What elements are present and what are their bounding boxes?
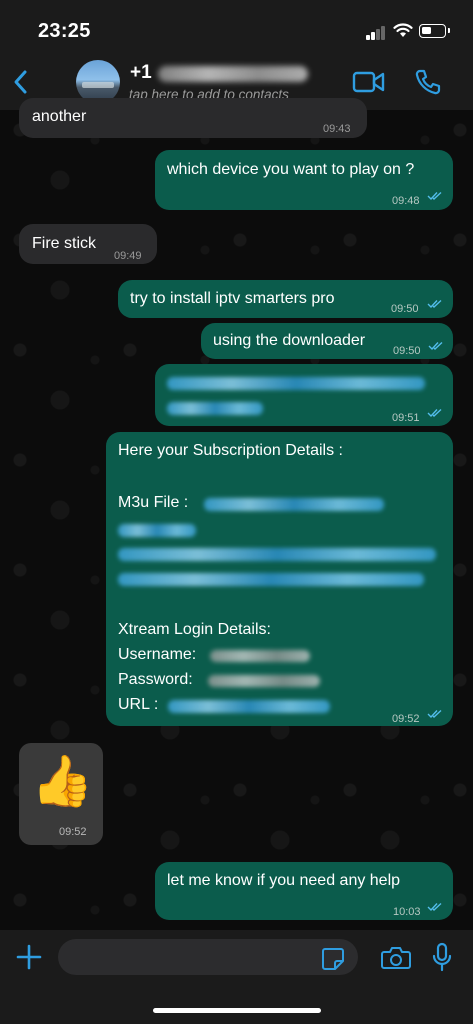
redacted-m3u-link[interactable] bbox=[118, 524, 196, 537]
message-time: 09:51 bbox=[392, 412, 420, 424]
subscription-heading: Here your Subscription Details : bbox=[118, 442, 343, 459]
message-outgoing[interactable]: which device you want to play on ? 09:48 bbox=[155, 150, 453, 210]
redacted-phone-number bbox=[158, 66, 308, 82]
read-receipt-icon bbox=[427, 299, 442, 309]
status-bar: 23:25 bbox=[0, 0, 473, 56]
message-text: Fire stick bbox=[32, 235, 96, 252]
message-text: another bbox=[32, 108, 87, 125]
m3u-label: M3u File : bbox=[118, 494, 189, 511]
plus-icon[interactable] bbox=[16, 944, 42, 970]
read-receipt-icon bbox=[427, 191, 442, 201]
message-outgoing[interactable]: let me know if you need any help 10:03 bbox=[155, 862, 453, 920]
home-indicator bbox=[153, 1008, 321, 1013]
battery-icon bbox=[419, 24, 450, 38]
message-outgoing-subscription[interactable]: Here your Subscription Details : M3u Fil… bbox=[106, 432, 453, 726]
read-receipt-icon bbox=[427, 408, 442, 418]
message-time: 09:50 bbox=[393, 345, 421, 357]
redacted-m3u-link[interactable] bbox=[118, 548, 436, 561]
sticker-icon[interactable] bbox=[321, 947, 345, 971]
chevron-left-icon[interactable] bbox=[8, 62, 36, 102]
status-time: 23:25 bbox=[38, 20, 91, 42]
redacted-username bbox=[210, 650, 310, 662]
redacted-url[interactable] bbox=[168, 700, 330, 713]
message-input[interactable] bbox=[58, 939, 358, 975]
message-outgoing[interactable]: using the downloader 09:50 bbox=[201, 323, 453, 359]
xtream-heading: Xtream Login Details: bbox=[118, 621, 271, 638]
read-receipt-icon bbox=[427, 709, 442, 719]
message-input-bar bbox=[0, 930, 473, 1024]
message-time: 10:03 bbox=[393, 906, 421, 918]
message-text: let me know if you need any help bbox=[167, 872, 401, 889]
message-time: 09:43 bbox=[323, 123, 351, 135]
message-time: 09:49 bbox=[114, 250, 142, 262]
message-outgoing[interactable]: try to install iptv smarters pro 09:50 bbox=[118, 280, 453, 318]
read-receipt-icon bbox=[427, 902, 442, 912]
message-incoming[interactable]: Fire stick 09:49 bbox=[19, 224, 157, 264]
message-outgoing[interactable]: 09:51 bbox=[155, 364, 453, 426]
redacted-m3u-link[interactable] bbox=[204, 498, 384, 511]
thumbs-up-sticker: 👍 bbox=[31, 753, 94, 809]
cellular-signal-icon bbox=[366, 26, 386, 40]
contact-name[interactable]: +1 bbox=[130, 62, 152, 84]
message-text: using the downloader bbox=[213, 332, 366, 349]
message-incoming[interactable]: another 09:43 bbox=[19, 98, 367, 138]
redacted-link[interactable] bbox=[167, 377, 425, 390]
camera-icon[interactable] bbox=[381, 946, 411, 970]
redacted-password bbox=[208, 675, 320, 687]
read-receipt-icon bbox=[428, 341, 443, 351]
wifi-icon bbox=[393, 23, 413, 37]
message-time: 09:48 bbox=[392, 195, 420, 207]
username-label: Username: bbox=[118, 646, 197, 663]
video-call-icon[interactable] bbox=[352, 69, 386, 95]
message-time: 09:52 bbox=[59, 826, 87, 838]
message-text: which device you want to play on ? bbox=[167, 161, 415, 178]
message-incoming-sticker[interactable]: 👍 09:52 bbox=[19, 743, 103, 845]
redacted-link[interactable] bbox=[167, 402, 263, 415]
microphone-icon[interactable] bbox=[432, 942, 452, 972]
message-time: 09:52 bbox=[392, 713, 420, 725]
phone-icon[interactable] bbox=[414, 68, 442, 96]
password-label: Password: bbox=[118, 671, 193, 688]
url-label: URL : bbox=[118, 696, 159, 713]
redacted-m3u-link[interactable] bbox=[118, 573, 424, 586]
message-text: try to install iptv smarters pro bbox=[130, 290, 335, 307]
message-time: 09:50 bbox=[391, 303, 419, 315]
